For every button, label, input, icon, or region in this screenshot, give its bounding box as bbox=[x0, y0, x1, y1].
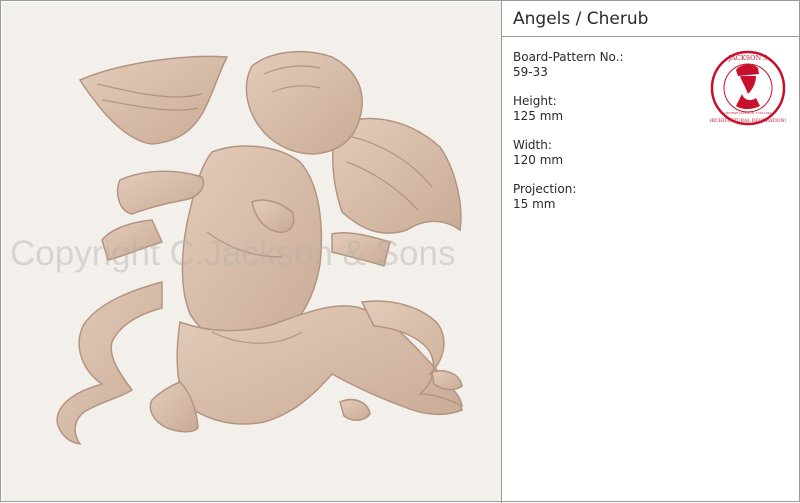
spec-label: Height: bbox=[513, 94, 557, 108]
spec-pattern-no: Board-Pattern No.: 59-33 bbox=[513, 50, 703, 80]
spec-value: 59-33 bbox=[513, 65, 548, 79]
product-info-panel: Angels / Cherub Board-Pattern No.: 59-33… bbox=[502, 2, 800, 501]
jacksons-seal-logo: JACKSON'S ARCHITECTURAL DECORATIONS GEOR… bbox=[710, 50, 786, 126]
svg-text:GEORGE JACKSON 1756-1840: GEORGE JACKSON 1756-1840 bbox=[724, 111, 771, 115]
svg-text:ARCHITECTURAL DECORATIONS: ARCHITECTURAL DECORATIONS bbox=[710, 118, 786, 124]
spec-projection: Projection: 15 mm bbox=[513, 182, 703, 212]
spec-label: Projection: bbox=[513, 182, 577, 196]
title-bar: Angels / Cherub bbox=[502, 2, 800, 37]
spec-value: 120 mm bbox=[513, 153, 564, 167]
product-specs: Board-Pattern No.: 59-33 Height: 125 mm … bbox=[513, 50, 703, 226]
spec-label: Board-Pattern No.: bbox=[513, 50, 624, 64]
svg-text:JACKSON'S: JACKSON'S bbox=[728, 54, 768, 62]
spec-label: Width: bbox=[513, 138, 552, 152]
spec-value: 125 mm bbox=[513, 109, 564, 123]
spec-width: Width: 120 mm bbox=[513, 138, 703, 168]
copyright-watermark: Copyright C.Jackson & Sons bbox=[10, 234, 456, 273]
spec-value: 15 mm bbox=[513, 197, 556, 211]
spec-height: Height: 125 mm bbox=[513, 94, 703, 124]
product-frame: Copyright C.Jackson & Sons Angels / Cher… bbox=[0, 0, 800, 503]
product-title: Angels / Cherub bbox=[513, 9, 649, 29]
product-image-panel: Copyright C.Jackson & Sons bbox=[2, 2, 501, 501]
